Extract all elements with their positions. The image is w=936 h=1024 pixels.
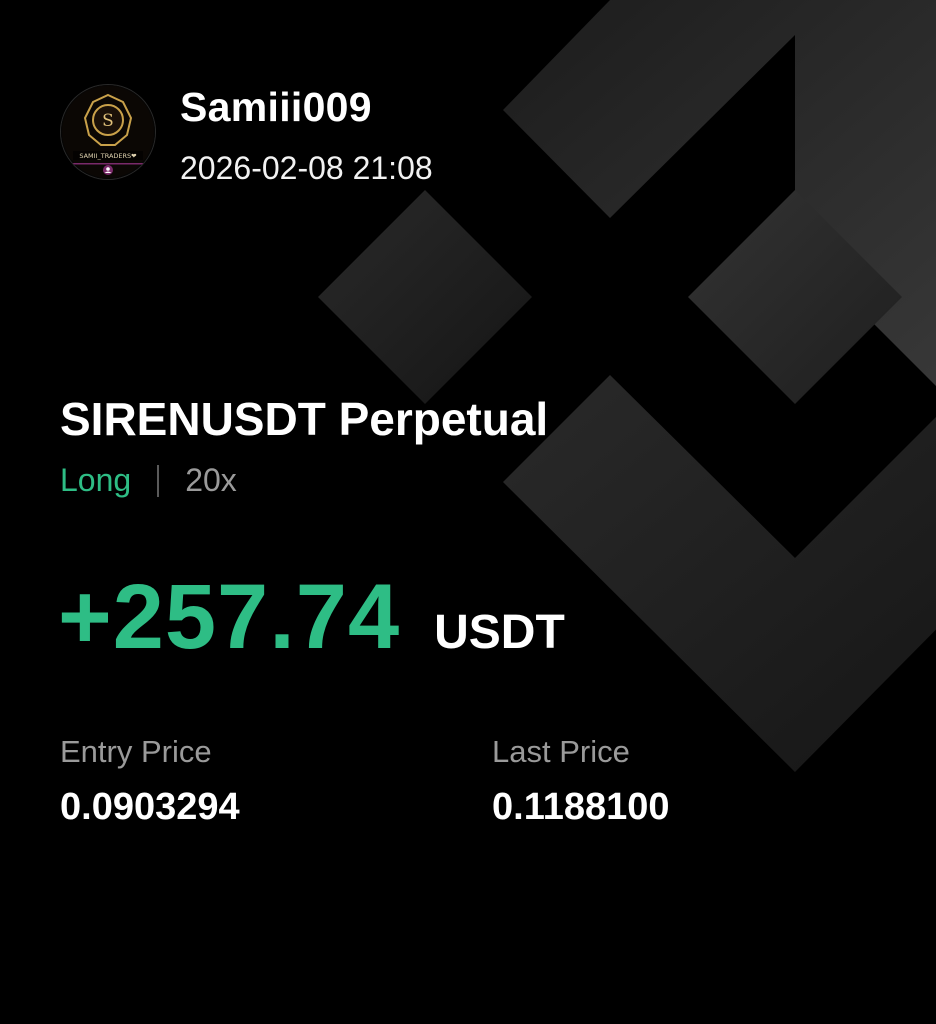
meta-divider bbox=[157, 464, 160, 497]
contract-symbol: SIRENUSDT Perpetual bbox=[60, 393, 549, 445]
pnl-value: +257.74 bbox=[58, 566, 401, 668]
position-meta: Long 20x bbox=[60, 462, 237, 499]
pnl-share-card: S SAMII_TRADERS❤ Samiii009 2026-02-08 21… bbox=[0, 0, 936, 1024]
entry-price-value: 0.0903294 bbox=[60, 786, 240, 828]
last-price-label: Last Price bbox=[492, 734, 630, 769]
share-timestamp: 2026-02-08 21:08 bbox=[180, 150, 433, 186]
entry-price-label: Entry Price bbox=[60, 734, 212, 769]
last-price-value: 0.1188100 bbox=[492, 786, 670, 828]
pnl-unit: USDT bbox=[434, 606, 565, 659]
logo-bottom-chevron bbox=[503, 375, 936, 772]
avatar-monogram: S bbox=[102, 111, 114, 131]
user-avatar-icon: S SAMII_TRADERS❤ bbox=[61, 85, 155, 179]
logo-left-diamond bbox=[318, 190, 532, 404]
username: Samiii009 bbox=[180, 84, 372, 130]
position-side: Long bbox=[60, 462, 132, 498]
avatar-brand-text: SAMII_TRADERS❤ bbox=[79, 152, 137, 160]
leverage: 20x bbox=[185, 462, 237, 498]
pnl-display: +257.74 USDT bbox=[58, 565, 565, 670]
